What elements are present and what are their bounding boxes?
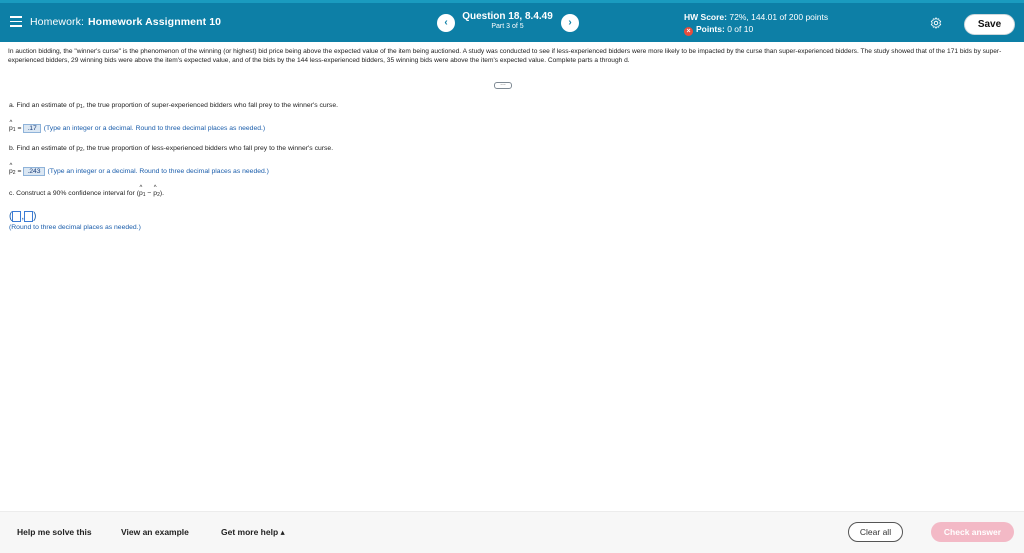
chevron-left-icon: ‹ [444, 17, 448, 28]
part-label: Part 3 of 5 [491, 23, 524, 30]
menu-icon[interactable] [10, 16, 22, 27]
score-panel: HW Score: 72%, 144.01 of 200 points × Poi… [684, 12, 828, 36]
answer-b-hint: (Type an integer or a decimal. Round to … [47, 168, 269, 175]
interval-lower-input[interactable] [12, 211, 22, 222]
next-question-button[interactable]: › [561, 14, 579, 32]
answer-a-input[interactable]: .17 [23, 124, 41, 133]
prev-question-button[interactable]: ‹ [437, 14, 455, 32]
confidence-interval-input: (,) [9, 211, 37, 223]
clear-all-button[interactable]: Clear all [848, 522, 903, 542]
interval-upper-input[interactable] [24, 211, 34, 222]
get-more-help-button[interactable]: Get more help ▴ [221, 527, 285, 538]
header-bar: Homework: Homework Assignment 10 ‹ Questi… [0, 3, 1024, 42]
problem-intro: In auction bidding, the "winner's curse"… [8, 48, 1002, 64]
homework-label: Homework: [30, 16, 84, 28]
question-label: Question 18, 8.4.49 [462, 11, 553, 22]
incorrect-icon: × [684, 27, 693, 36]
p1-hat-label: p [9, 120, 13, 132]
points-value: 0 of 10 [727, 24, 754, 34]
homework-title: Homework: Homework Assignment 10 [30, 16, 221, 28]
points-label: Points: [696, 24, 725, 34]
question-indicator: Question 18, 8.4.49 Part 3 of 5 [455, 11, 560, 30]
p2-hat-label: p [9, 163, 13, 175]
assignment-name: Homework Assignment 10 [88, 16, 222, 28]
part-c-question: c. Construct a 90% confidence interval f… [9, 185, 164, 198]
gear-icon[interactable] [930, 17, 942, 29]
answer-b-row: p2 = .243(Type an integer or a decimal. … [9, 163, 269, 176]
chevron-right-icon: › [568, 17, 572, 28]
more-options-button[interactable]: … [494, 81, 512, 89]
answer-a-row: p1 = .17(Type an integer or a decimal. R… [9, 120, 266, 133]
help-me-solve-button[interactable]: Help me solve this [17, 527, 92, 537]
save-button[interactable]: Save [964, 14, 1015, 35]
part-a-question: a. Find an estimate of p1, the true prop… [9, 102, 338, 110]
footer-bar: Help me solve this View an example Get m… [0, 511, 1024, 553]
answer-a-hint: (Type an integer or a decimal. Round to … [43, 125, 266, 132]
score-value: 72%, 144.01 of 200 points [729, 12, 829, 22]
rounding-note: (Round to three decimal places as needed… [9, 224, 141, 231]
view-example-button[interactable]: View an example [121, 527, 189, 537]
answer-b-input[interactable]: .243 [23, 167, 45, 176]
part-b-question: b. Find an estimate of p2, the true prop… [9, 145, 334, 153]
check-answer-button[interactable]: Check answer [931, 522, 1014, 542]
score-label: HW Score: [684, 12, 727, 22]
